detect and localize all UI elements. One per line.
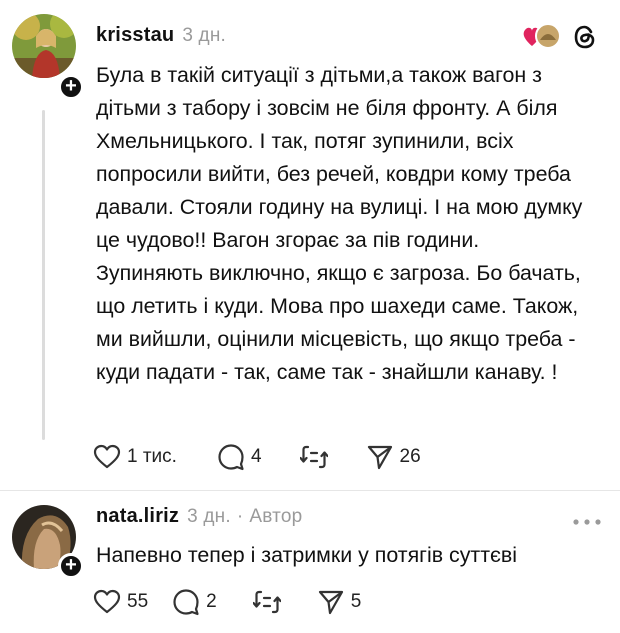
like-button[interactable]: 55 [93, 589, 148, 615]
share-button[interactable]: 5 [317, 588, 362, 616]
share-button[interactable]: 26 [366, 443, 421, 471]
heart-icon [93, 589, 121, 614]
comment-button[interactable]: 4 [217, 443, 262, 471]
thread-line [42, 110, 45, 440]
repost-icon [299, 445, 328, 469]
heart-icon [93, 444, 121, 469]
comment-button[interactable]: 2 [172, 588, 217, 616]
username[interactable]: nata.liriz 3 дн. · Автор [96, 505, 302, 528]
repost-button[interactable] [299, 443, 328, 471]
author-tag: Автор [249, 506, 303, 527]
comment-count: 2 [206, 591, 217, 612]
threads-logo-icon[interactable] [572, 24, 598, 50]
post-time: 3 дн. [187, 506, 231, 527]
send-icon [367, 445, 392, 470]
username-text[interactable]: krisstau [96, 24, 174, 46]
share-count: 26 [399, 446, 421, 467]
repost-button[interactable] [252, 588, 281, 616]
like-count: 1 тис. [127, 446, 177, 467]
more-dots-icon[interactable] [572, 514, 602, 525]
comment-icon [173, 589, 199, 616]
comment-body: Напевно тепер і затримки у потягів суттє… [96, 543, 518, 567]
comment-post-2: + nata.liriz 3 дн. · Автор Напевно тепер і … [0, 491, 620, 633]
meta-separator: · [236, 506, 244, 527]
send-icon [318, 590, 343, 615]
follow-plus-button[interactable]: + [58, 74, 84, 100]
like-count: 55 [127, 591, 149, 612]
like-button[interactable]: 1 тис. [93, 444, 177, 470]
post-actions: 1 тис. 4 26 [93, 442, 421, 472]
comment-body: Була в такій ситуації з дітьми,а також в… [96, 63, 583, 384]
repost-icon [252, 590, 281, 614]
post-time: 3 дн. [182, 25, 227, 46]
comment-count: 4 [250, 446, 262, 467]
share-count: 5 [350, 591, 362, 612]
follow-plus-button[interactable]: + [58, 553, 84, 579]
comment-icon [218, 444, 244, 471]
username-text[interactable]: nata.liriz [96, 505, 179, 527]
liked-by-author-badge [522, 22, 562, 50]
post-actions: 55 2 5 [93, 587, 361, 617]
avatar[interactable] [12, 14, 76, 78]
username[interactable]: krisstau 3 дн. [96, 24, 226, 47]
comment-post-1: + krisstau 3 дн. Була в такій ситуації з … [0, 0, 620, 490]
